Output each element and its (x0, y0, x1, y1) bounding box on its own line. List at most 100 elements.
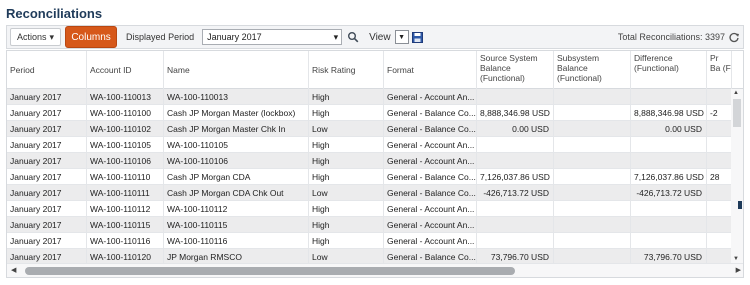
column-header-source-balance[interactable]: Source System Balance (Functional) (477, 51, 554, 89)
cell-account-id: WA-100-110112 (87, 201, 164, 217)
horizontal-scroll-thumb[interactable] (25, 267, 515, 275)
cell-format: General - Account An... (384, 217, 477, 233)
cell-source-balance: 7,126,037.86 USD (477, 169, 554, 185)
cell-period: January 2017 (7, 217, 87, 233)
cell-format: General - Account An... (384, 201, 477, 217)
cell-partial: 28 (707, 169, 732, 185)
cell-risk-rating: High (309, 137, 384, 153)
refresh-icon[interactable] (728, 31, 740, 43)
scroll-down-icon[interactable]: ▼ (733, 256, 739, 262)
cell-risk-rating: High (309, 89, 384, 105)
cell-name: Cash JP Morgan Master (lockbox) (164, 105, 309, 121)
cell-partial (707, 201, 732, 217)
chevron-down-icon: ▼ (398, 33, 406, 41)
table-body: January 2017 WA-100-110013 WA-100-110013 Hi… (7, 89, 732, 277)
cell-subsystem-balance (554, 233, 631, 249)
cell-format: General - Balance Co... (384, 185, 477, 201)
cell-partial (707, 233, 732, 249)
vertical-scroll-thumb[interactable] (733, 99, 741, 127)
cell-partial: -2 (707, 105, 732, 121)
column-header-format[interactable]: Format (384, 51, 477, 89)
cell-difference (631, 89, 707, 105)
table-row[interactable]: January 2017 WA-100-110106 WA-100-110106 Hi… (7, 153, 732, 169)
cell-account-id: WA-100-110100 (87, 105, 164, 121)
cell-difference (631, 137, 707, 153)
cell-name: WA-100-110105 (164, 137, 309, 153)
cell-period: January 2017 (7, 169, 87, 185)
table-row[interactable]: January 2017 WA-100-110111 Cash JP Morgan … (7, 185, 732, 201)
cell-source-balance (477, 201, 554, 217)
cell-difference (631, 233, 707, 249)
column-resize-marker[interactable] (738, 201, 742, 209)
displayed-period-label: Displayed Period (126, 32, 195, 42)
scroll-up-icon[interactable]: ▲ (733, 90, 739, 96)
cell-name: Cash JP Morgan CDA (164, 169, 309, 185)
column-header-name[interactable]: Name (164, 51, 309, 89)
cell-subsystem-balance (554, 105, 631, 121)
cell-partial (707, 121, 732, 137)
vertical-scrollbar[interactable]: ▲ ▼ (731, 89, 743, 263)
column-header-subsystem-balance[interactable]: Subsystem Balance (Functional) (554, 51, 631, 89)
column-header-partial[interactable]: Pr Ba (F (707, 51, 732, 89)
cell-difference: -426,713.72 USD (631, 185, 707, 201)
scroll-left-icon[interactable]: ◀ (11, 266, 16, 274)
cell-source-balance (477, 137, 554, 153)
cell-subsystem-balance (554, 169, 631, 185)
cell-period: January 2017 (7, 201, 87, 217)
cell-subsystem-balance (554, 137, 631, 153)
cell-difference (631, 217, 707, 233)
cell-source-balance: 8,888,346.98 USD (477, 105, 554, 121)
cell-name: WA-100-110112 (164, 201, 309, 217)
actions-menu-button[interactable]: Actions ▾ (10, 28, 62, 46)
cell-account-id: WA-100-110115 (87, 217, 164, 233)
cell-difference: 0.00 USD (631, 121, 707, 137)
save-icon[interactable] (411, 31, 423, 43)
cell-risk-rating: High (309, 233, 384, 249)
chevron-down-icon: ▾ (333, 31, 339, 42)
table-row[interactable]: January 2017 WA-100-110112 WA-100-110112 Hi… (7, 201, 732, 217)
toolbar: Actions ▾ Columns Displayed Period Janua… (6, 25, 744, 49)
cell-partial (707, 137, 732, 153)
view-label: View (369, 31, 391, 43)
cell-format: General - Balance Co... (384, 105, 477, 121)
table-row[interactable]: January 2017 WA-100-110116 WA-100-110116 Hi… (7, 233, 732, 249)
table-row[interactable]: January 2017 WA-100-110115 WA-100-110115 Hi… (7, 217, 732, 233)
cell-account-id: WA-100-110110 (87, 169, 164, 185)
cell-risk-rating: High (309, 169, 384, 185)
cell-period: January 2017 (7, 185, 87, 201)
cell-name: WA-100-110115 (164, 217, 309, 233)
scroll-right-icon[interactable]: ▶ (736, 266, 741, 274)
cell-format: General - Account An... (384, 153, 477, 169)
cell-subsystem-balance (554, 185, 631, 201)
cell-account-id: WA-100-110013 (87, 89, 164, 105)
column-header-difference[interactable]: Difference (Functional) (631, 51, 707, 89)
reconciliations-grid: Period Account ID Name Risk Rating Forma… (6, 50, 744, 278)
table-row[interactable]: January 2017 WA-100-110013 WA-100-110013 Hi… (7, 89, 732, 105)
cell-risk-rating: High (309, 153, 384, 169)
cell-subsystem-balance (554, 201, 631, 217)
actions-label: Actions (17, 32, 47, 42)
column-header-account-id[interactable]: Account ID (87, 51, 164, 89)
horizontal-scrollbar[interactable]: ◀ ▶ (7, 263, 743, 277)
table-row[interactable]: January 2017 WA-100-110100 Cash JP Morgan … (7, 105, 732, 121)
cell-risk-rating: High (309, 105, 384, 121)
cell-format: General - Account An... (384, 233, 477, 249)
table-row[interactable]: January 2017 WA-100-110102 Cash JP Morgan … (7, 121, 732, 137)
view-select[interactable]: ▼ (394, 30, 409, 44)
cell-subsystem-balance (554, 153, 631, 169)
cell-difference (631, 153, 707, 169)
cell-risk-rating: Low (309, 185, 384, 201)
table-row[interactable]: January 2017 WA-100-110110 Cash JP Morgan … (7, 169, 732, 185)
cell-source-balance: 0.00 USD (477, 121, 554, 137)
search-icon[interactable] (347, 31, 359, 43)
cell-period: January 2017 (7, 137, 87, 153)
cell-source-balance (477, 217, 554, 233)
column-header-risk-rating[interactable]: Risk Rating (309, 51, 384, 89)
cell-source-balance: -426,713.72 USD (477, 185, 554, 201)
period-value: January 2017 (207, 32, 262, 42)
table-row[interactable]: January 2017 WA-100-110105 WA-100-110105 Hi… (7, 137, 732, 153)
period-select[interactable]: January 2017 ▾ (202, 29, 343, 45)
cell-account-id: WA-100-110105 (87, 137, 164, 153)
column-header-period[interactable]: Period (7, 51, 87, 89)
columns-button[interactable]: Columns (65, 26, 118, 48)
